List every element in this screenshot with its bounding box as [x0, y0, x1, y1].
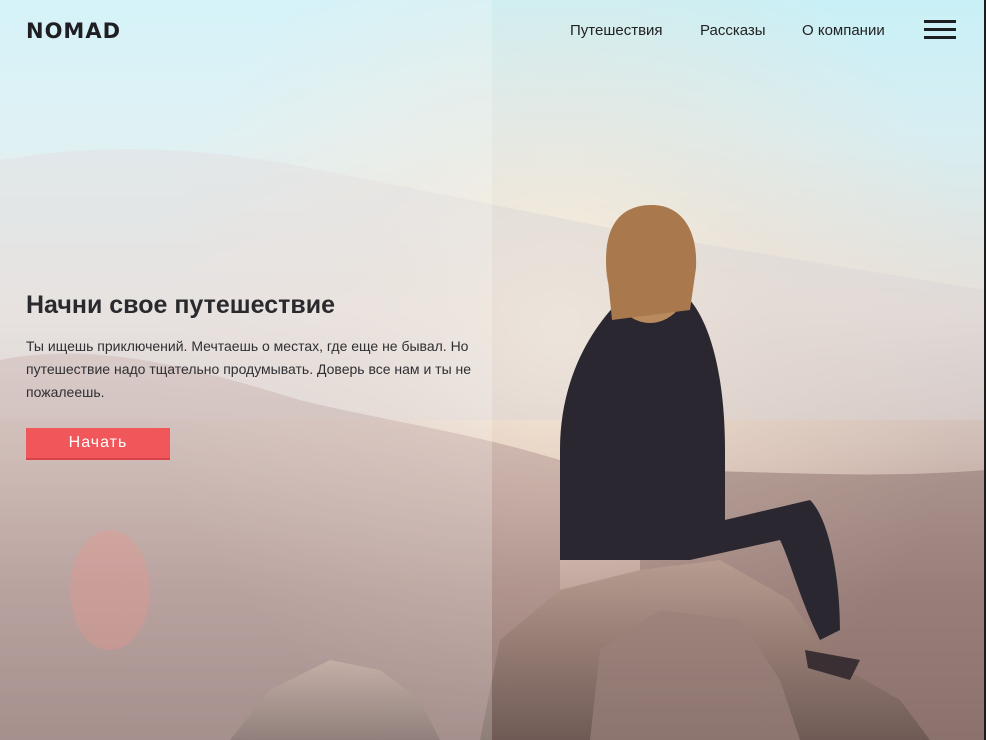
logo[interactable]: NOMAD — [26, 18, 121, 44]
menu-bar — [924, 28, 956, 31]
nav-link-about[interactable]: О компании — [802, 21, 885, 41]
menu-bar — [924, 20, 956, 23]
hamburger-menu-icon[interactable] — [924, 20, 956, 40]
landing-page: NOMAD Путешествия Рассказы О компании На… — [0, 0, 986, 740]
nav-link-travels[interactable]: Путешествия — [570, 21, 663, 41]
hero-description: Ты ищешь приключений. Мечтаешь о местах,… — [26, 338, 472, 400]
menu-bar — [924, 36, 956, 39]
site-header: NOMAD Путешествия Рассказы О компании — [0, 0, 986, 62]
hero-title: Начни свое путешествие — [26, 291, 335, 319]
nav-link-stories[interactable]: Рассказы — [700, 21, 766, 41]
start-button[interactable]: Начать — [26, 428, 170, 460]
